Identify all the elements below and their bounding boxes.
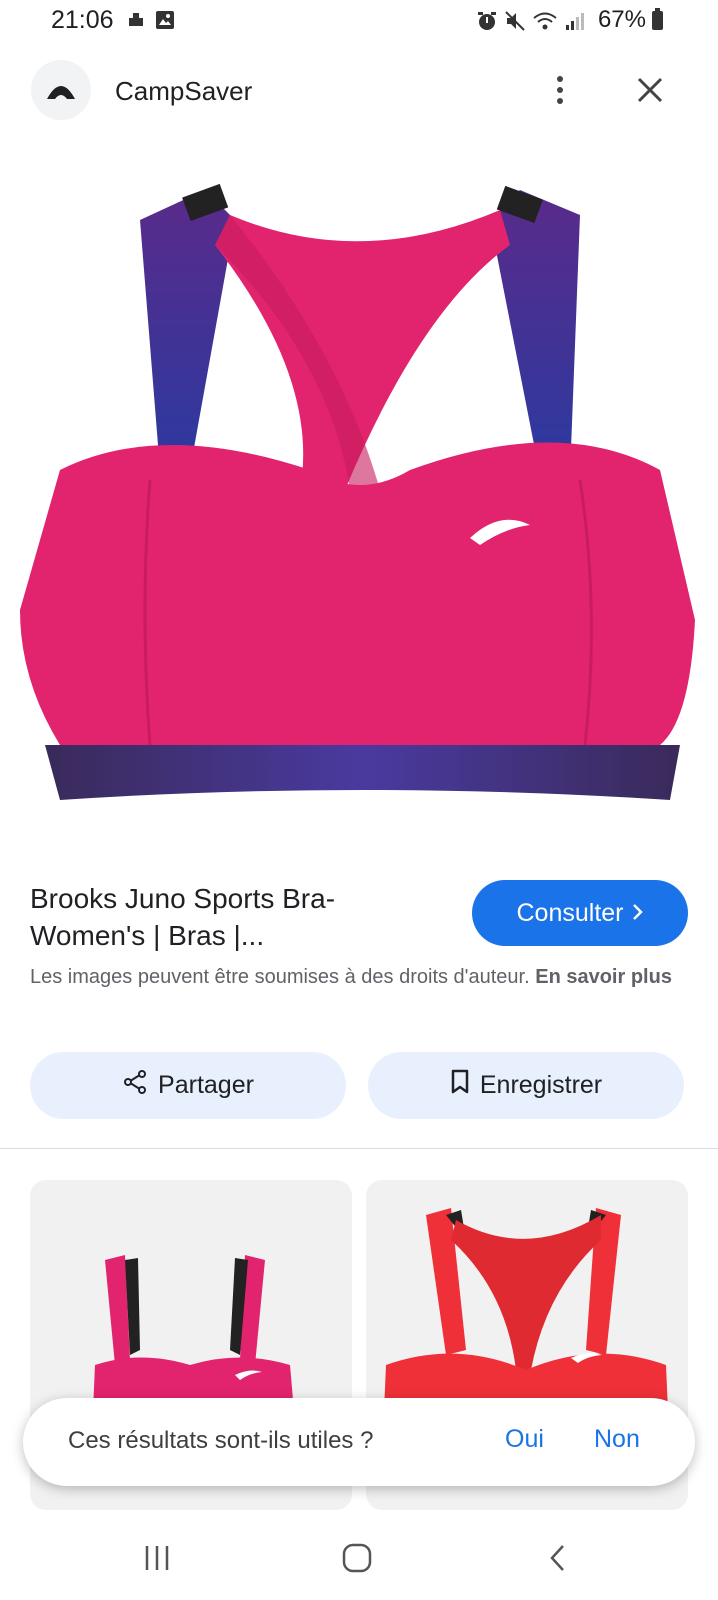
site-name[interactable]: CampSaver — [115, 76, 252, 107]
status-bar: 21:06 67% — [0, 0, 718, 44]
product-title[interactable]: Brooks Juno Sports Bra-Women's | Bras |.… — [30, 880, 450, 954]
copyright-notice: Les images peuvent être soumises à des d… — [30, 962, 695, 992]
campsaver-logo-icon[interactable] — [31, 60, 91, 120]
share-button[interactable]: Partager — [30, 1052, 346, 1119]
chevron-right-icon — [632, 899, 644, 928]
consult-button[interactable]: Consulter — [472, 880, 688, 946]
back-icon[interactable] — [528, 1540, 588, 1576]
share-label: Partager — [158, 1071, 254, 1099]
battery-icon — [652, 8, 663, 30]
battery-percent: 67% — [597, 6, 646, 33]
save-label: Enregistrer — [479, 1071, 603, 1099]
bookmark-icon — [450, 1069, 470, 1102]
feedback-no-button[interactable]: Non — [594, 1425, 640, 1454]
close-icon[interactable] — [628, 68, 672, 112]
image-icon — [155, 10, 175, 35]
alarm-icon — [476, 10, 498, 37]
save-button[interactable]: Enregistrer — [368, 1052, 684, 1119]
home-icon[interactable] — [327, 1540, 387, 1576]
copyright-text: Les images peuvent être soumises à des d… — [30, 966, 530, 988]
feedback-yes-button[interactable]: Oui — [505, 1425, 544, 1454]
share-icon — [122, 1069, 148, 1102]
divider — [0, 1148, 718, 1149]
status-time: 21:06 — [51, 6, 114, 34]
feedback-question: Ces résultats sont-ils utiles ? — [68, 1427, 374, 1454]
mute-icon — [504, 10, 526, 37]
signal-icon — [564, 11, 586, 36]
system-nav-bar — [0, 1510, 718, 1600]
wifi-icon — [532, 10, 558, 37]
feedback-prompt: Ces résultats sont-ils utiles ? Oui Non — [23, 1398, 695, 1486]
more-vert-icon[interactable] — [538, 68, 582, 112]
learn-more-link[interactable]: En savoir plus — [535, 966, 672, 988]
cloud-icon — [127, 10, 145, 35]
consult-label: Consulter — [516, 898, 624, 927]
header: CampSaver — [0, 58, 718, 124]
product-image[interactable] — [0, 160, 718, 850]
recent-apps-icon[interactable] — [127, 1540, 187, 1576]
